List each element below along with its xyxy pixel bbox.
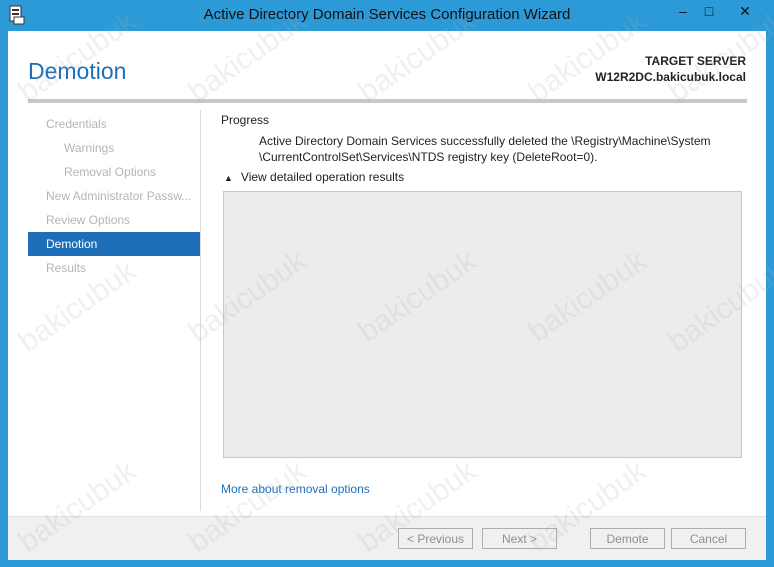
wizard-client-area: Demotion TARGET SERVER W12R2DC.bakicubuk… <box>8 31 766 560</box>
title-bar: Active Directory Domain Services Configu… <box>0 0 774 31</box>
nav-divider <box>200 110 201 511</box>
progress-message-line-1: Active Directory Domain Services success… <box>259 134 711 148</box>
window-title: Active Directory Domain Services Configu… <box>203 6 571 23</box>
wizard-nav: Credentials Warnings Removal Options New… <box>28 112 200 280</box>
nav-item-results: Results <box>46 261 87 275</box>
nav-item-warnings: Warnings <box>64 141 115 155</box>
header-divider <box>28 99 747 103</box>
cancel-button[interactable]: Cancel <box>671 528 746 549</box>
demote-button[interactable]: Demote <box>590 528 665 549</box>
minimize-button[interactable]: – <box>670 1 696 21</box>
target-server-label: TARGET SERVER <box>645 54 746 68</box>
detailed-results-box[interactable] <box>223 191 742 458</box>
previous-button[interactable]: < Previous <box>398 528 473 549</box>
more-about-removal-link[interactable]: More about removal options <box>221 482 370 496</box>
nav-item-removal-options: Removal Options <box>64 165 157 179</box>
view-detailed-results-toggle[interactable]: ▲ View detailed operation results <box>224 170 404 184</box>
progress-message: Active Directory Domain Services success… <box>259 133 739 165</box>
nav-item-credentials: Credentials <box>46 117 107 131</box>
nav-item-demotion[interactable]: Demotion <box>28 232 200 256</box>
toggle-label: View detailed operation results <box>240 170 405 184</box>
wizard-footer: < Previous Next > Demote Cancel <box>8 516 766 560</box>
page-title: Demotion <box>28 58 127 84</box>
progress-label: Progress <box>221 113 270 127</box>
nav-item-new-admin-password: New Administrator Passw... <box>46 189 192 203</box>
chevron-up-icon: ▲ <box>224 173 233 183</box>
next-button[interactable]: Next > <box>482 528 557 549</box>
target-server-name: W12R2DC.bakicubuk.local <box>595 70 746 84</box>
nav-item-review-options: Review Options <box>46 213 131 227</box>
close-button[interactable]: ✕ <box>722 1 768 21</box>
maximize-button[interactable]: □ <box>696 1 722 21</box>
progress-message-line-2: \CurrentControlSet\Services\NTDS registr… <box>259 150 598 164</box>
